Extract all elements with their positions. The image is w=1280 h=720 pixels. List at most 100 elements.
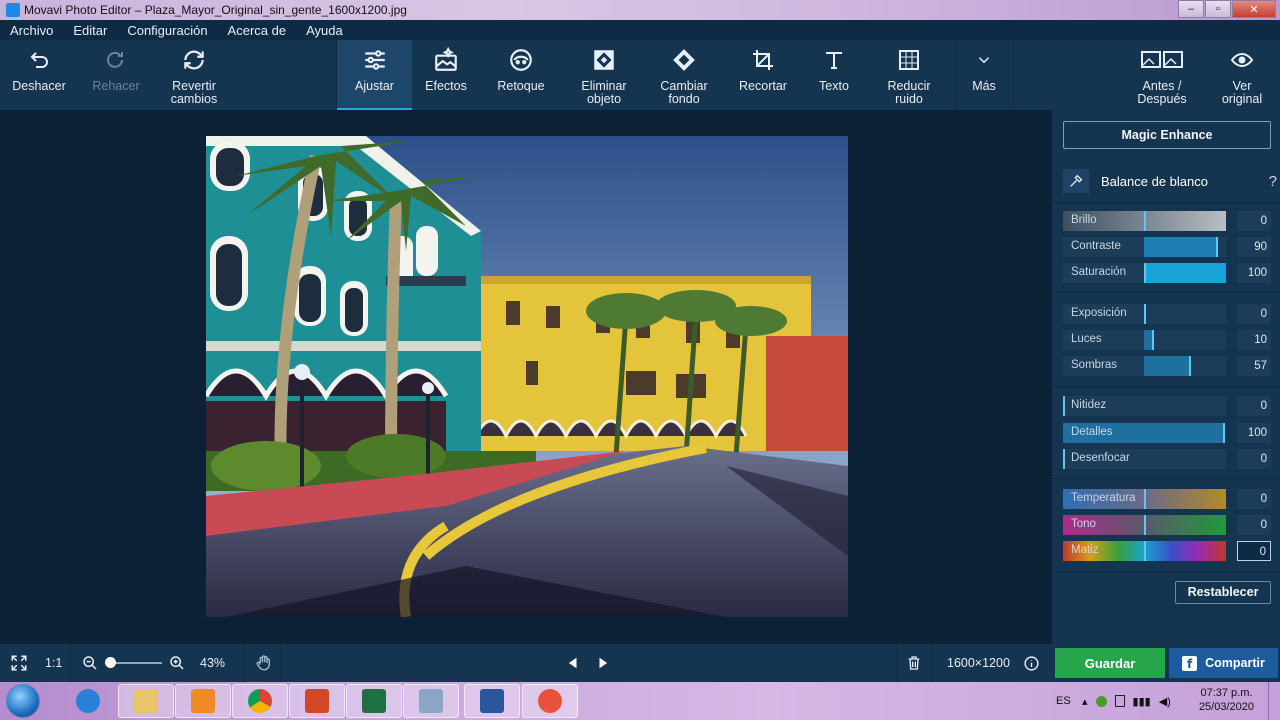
tab-crop[interactable]: Recortar <box>728 40 798 110</box>
language-indicator[interactable]: ES <box>1056 682 1071 720</box>
zoom-slider-thumb[interactable] <box>105 657 116 668</box>
view-original-label: Ver original <box>1221 79 1263 106</box>
volume-icon[interactable]: ◀) <box>1159 695 1171 708</box>
tab-adjust[interactable]: Ajustar <box>337 40 412 110</box>
tab-reduce-noise[interactable]: Reducir ruido <box>872 40 946 110</box>
window-controls: – ▫ ✕ <box>1177 0 1276 18</box>
blur-slider[interactable]: Desenfocar <box>1063 449 1226 469</box>
save-button[interactable]: Guardar <box>1055 648 1165 678</box>
temperature-slider[interactable]: Temperatura <box>1063 489 1226 509</box>
device-icon[interactable] <box>1114 695 1125 707</box>
taskbar-powerpoint[interactable] <box>289 684 345 718</box>
previous-image-button[interactable] <box>566 644 580 682</box>
taskbar-calculator[interactable] <box>403 684 459 718</box>
details-value[interactable]: 100 <box>1237 423 1271 443</box>
shadows-label: Sombras <box>1071 359 1118 371</box>
shadows-value[interactable]: 57 <box>1237 356 1271 376</box>
help-icon[interactable]: ? <box>1269 173 1277 190</box>
network-signal-icon[interactable]: ▮▮▮ <box>1133 695 1151 708</box>
share-button[interactable]: f Compartir <box>1169 648 1278 678</box>
revert-button[interactable]: Revertir cambios <box>158 40 230 110</box>
brightness-value[interactable]: 0 <box>1237 211 1271 231</box>
tint-value[interactable]: 0 <box>1237 515 1271 535</box>
saturation-label: Saturación <box>1071 266 1126 278</box>
system-tray: ▴ ▮▮▮ ◀) <box>1082 682 1171 720</box>
taskbar-word[interactable] <box>464 684 520 718</box>
brightness-slider[interactable]: Brillo <box>1063 211 1226 231</box>
contrast-value[interactable]: 90 <box>1237 237 1271 257</box>
folder-icon <box>134 689 158 713</box>
sharpness-slider[interactable]: Nitidez <box>1063 396 1226 416</box>
redo-icon <box>107 51 123 68</box>
tab-remove-object[interactable]: Eliminar objeto <box>566 40 642 110</box>
tab-text[interactable]: Texto <box>800 40 868 110</box>
menu-editar[interactable]: Editar <box>63 23 117 38</box>
hue-value-input[interactable]: 0 <box>1237 541 1271 561</box>
tab-retouch-label: Retoque <box>497 79 545 93</box>
temperature-value[interactable]: 0 <box>1237 489 1271 509</box>
details-slider[interactable]: Detalles <box>1063 423 1226 443</box>
exposure-value[interactable]: 0 <box>1237 304 1271 324</box>
image-info-button[interactable] <box>1023 644 1040 682</box>
sharpness-value[interactable]: 0 <box>1237 396 1271 416</box>
taskbar-excel[interactable] <box>346 684 402 718</box>
taskbar-internet-explorer[interactable] <box>60 684 116 718</box>
undo-icon <box>30 52 48 68</box>
highlights-slider[interactable]: Luces <box>1063 330 1226 350</box>
highlights-label: Luces <box>1071 333 1102 345</box>
info-icon <box>1024 655 1039 671</box>
saturation-slider[interactable]: Saturación <box>1063 263 1226 283</box>
internet-explorer-icon <box>76 689 100 713</box>
more-button[interactable]: Más <box>956 40 1012 110</box>
white-balance-picker-button[interactable] <box>1063 169 1089 193</box>
menu-ayuda[interactable]: Ayuda <box>296 23 353 38</box>
start-button[interactable] <box>6 684 40 718</box>
word-icon <box>480 689 504 713</box>
saturation-value[interactable]: 100 <box>1237 263 1271 283</box>
tab-effects[interactable]: Efectos <box>412 40 480 110</box>
highlights-value[interactable]: 10 <box>1237 330 1271 350</box>
close-button[interactable]: ✕ <box>1232 0 1276 18</box>
menu-bar: Archivo Editar Configuración Acerca de A… <box>0 20 1280 40</box>
taskbar-clock[interactable]: 07:37 p.m. 25/03/2020 <box>1199 686 1254 714</box>
taskbar-file-explorer[interactable] <box>118 684 174 718</box>
blur-value[interactable]: 0 <box>1237 449 1271 469</box>
fit-screen-button[interactable] <box>10 644 28 682</box>
adjust-panel: Magic Enhance Balance de blanco ? Brillo… <box>1052 110 1280 644</box>
hue-slider[interactable]: Matiz <box>1063 541 1226 561</box>
next-image-button[interactable] <box>596 644 610 682</box>
contrast-slider[interactable]: Contraste <box>1063 237 1226 257</box>
taskbar-movavi-photo-editor[interactable] <box>522 684 578 718</box>
view-original-button[interactable]: Ver original <box>1206 40 1278 110</box>
before-after-button[interactable]: Antes / Después <box>1126 40 1198 110</box>
menu-configuracion[interactable]: Configuración <box>117 23 217 38</box>
edited-photo[interactable] <box>206 136 848 617</box>
menu-archivo[interactable]: Archivo <box>0 23 63 38</box>
tab-effects-label: Efectos <box>425 79 467 93</box>
undo-button[interactable]: Deshacer <box>4 40 74 110</box>
taskbar-chrome[interactable] <box>232 684 288 718</box>
actual-size-button[interactable]: 1:1 <box>45 644 62 682</box>
tint-slider[interactable]: Tono <box>1063 515 1226 535</box>
magic-enhance-button[interactable]: Magic Enhance <box>1063 121 1271 149</box>
security-icon[interactable] <box>1095 695 1107 707</box>
menu-acerca-de[interactable]: Acerca de <box>218 23 297 38</box>
pan-tool-button[interactable] <box>255 644 273 682</box>
reset-button[interactable]: Restablecer <box>1175 581 1271 604</box>
maximize-button[interactable]: ▫ <box>1205 0 1231 18</box>
tab-change-background[interactable]: Cambiar fondo <box>646 40 722 110</box>
crop-icon <box>753 50 773 70</box>
exposure-slider[interactable]: Exposición <box>1063 304 1226 324</box>
redo-button[interactable]: Rehacer <box>80 40 152 110</box>
taskbar-media-player[interactable] <box>175 684 231 718</box>
zoom-in-button[interactable] <box>169 644 185 682</box>
zoom-out-button[interactable] <box>82 644 98 682</box>
triangle-left-icon <box>568 657 577 669</box>
minimize-button[interactable]: – <box>1178 0 1204 18</box>
movavi-icon <box>538 689 562 713</box>
shadows-slider[interactable]: Sombras <box>1063 356 1226 376</box>
tray-expand-icon[interactable]: ▴ <box>1082 695 1088 708</box>
tab-retouch[interactable]: Retoque <box>484 40 558 110</box>
delete-image-button[interactable] <box>906 644 922 682</box>
show-desktop-button[interactable] <box>1268 682 1280 720</box>
